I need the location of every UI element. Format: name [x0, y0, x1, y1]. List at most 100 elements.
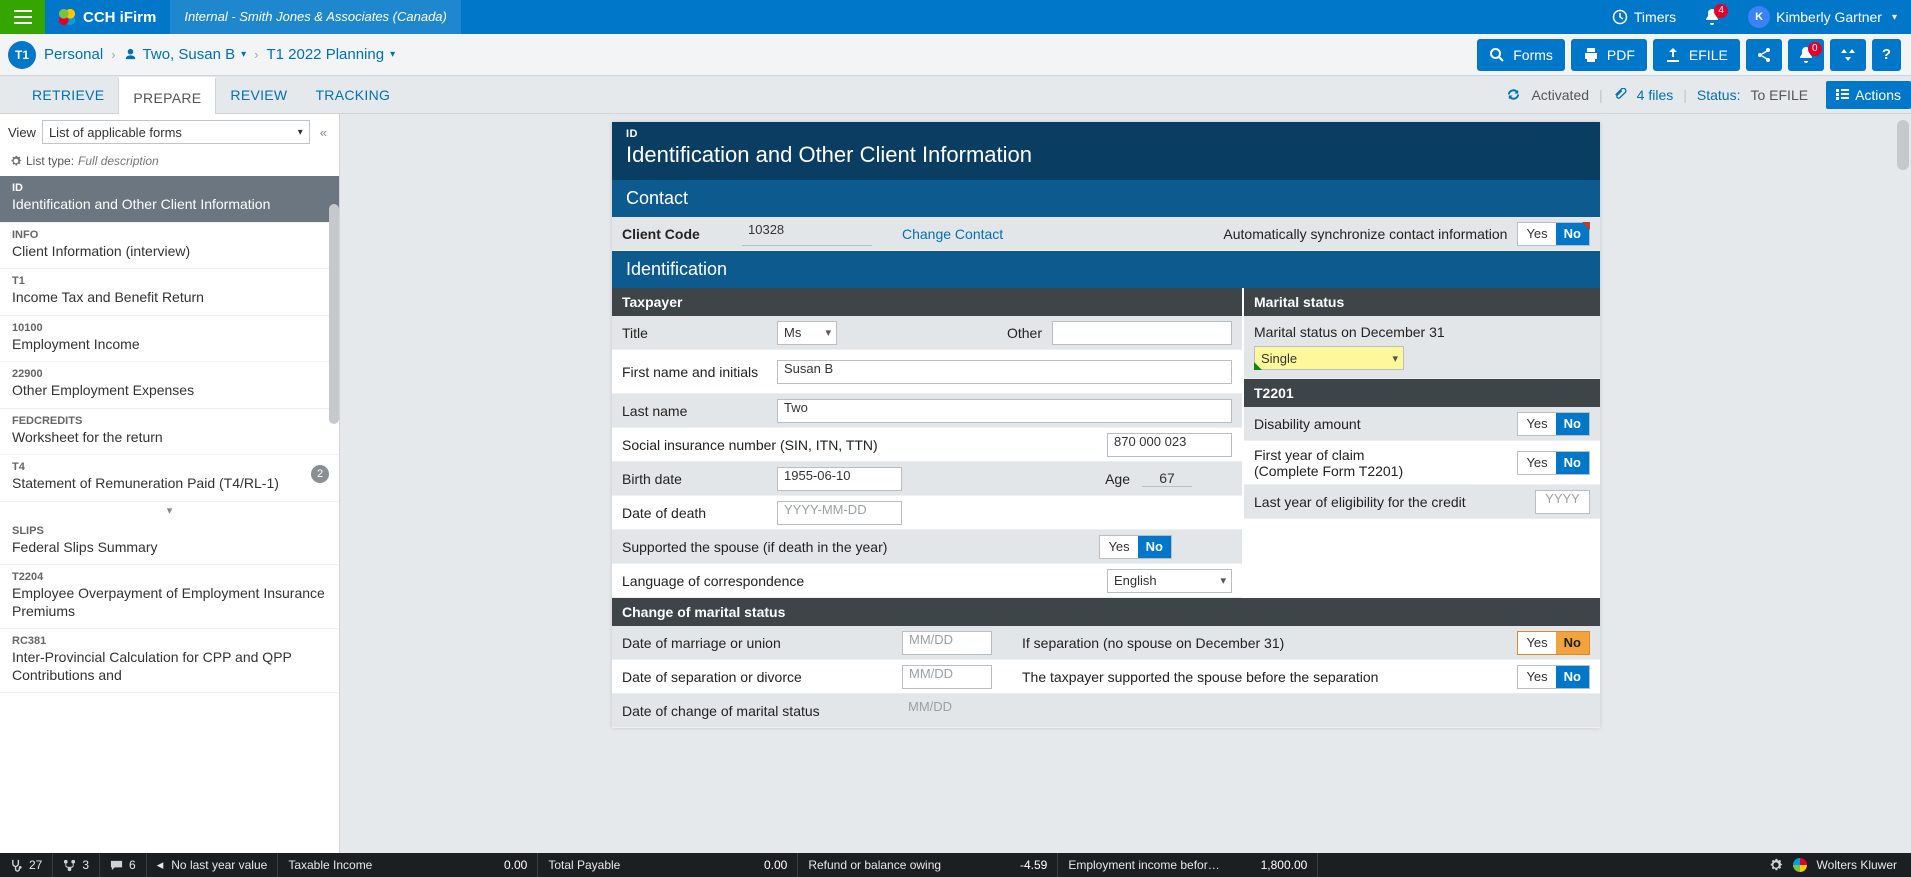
form-list-item[interactable]: T2204 Employee Overpayment of Employment …: [0, 565, 339, 629]
form-code: 22900: [12, 368, 327, 380]
crumb-period[interactable]: T1 2022 Planning ▾: [266, 46, 395, 63]
bottom-bar: 27 3 6 ◂ No last year value Taxable Inco…: [0, 853, 1911, 877]
notifications-button[interactable]: 4: [1690, 0, 1734, 34]
marital-status-select[interactable]: Single: [1254, 346, 1404, 370]
form-title: Employee Overpayment of Employment Insur…: [12, 585, 327, 620]
form-title: Employment Income: [12, 336, 327, 354]
form-list-item[interactable]: T1Income Tax and Benefit Return: [0, 269, 339, 316]
change-date-input[interactable]: MM/DD: [902, 699, 992, 723]
upload-icon: [1665, 47, 1681, 63]
form-list-item[interactable]: SLIPSFederal Slips Summary: [0, 519, 339, 566]
firstyear-toggle[interactable]: YesNo: [1517, 451, 1590, 475]
status-value: 0.00: [504, 858, 527, 872]
branch-icon: [63, 859, 76, 872]
status-value: 1,800.00: [1261, 858, 1308, 872]
title-other-input[interactable]: [1052, 321, 1232, 345]
forms-panel: View List of applicable forms ▾ « List t…: [0, 114, 340, 853]
auto-sync-toggle[interactable]: YesNo: [1517, 222, 1590, 246]
tab-tracking[interactable]: TRACKING: [301, 76, 404, 114]
diagnostics-button[interactable]: 27: [0, 853, 53, 877]
main-menu-button[interactable]: [0, 0, 45, 34]
status-segment[interactable]: Refund or balance owing-4.59: [798, 853, 1058, 877]
form-list-item[interactable]: INFOClient Information (interview): [0, 223, 339, 270]
subhead-t2201: T2201: [1244, 379, 1600, 407]
status-segment[interactable]: Total Payable 0.00: [538, 853, 798, 877]
efile-button[interactable]: EFILE: [1653, 39, 1740, 71]
tab-prepare[interactable]: PREPARE: [118, 77, 216, 115]
form-code: T2204: [12, 571, 327, 583]
change-contact-link[interactable]: Change Contact: [902, 226, 1003, 242]
gear-icon[interactable]: [1769, 858, 1783, 872]
view-select[interactable]: List of applicable forms ▾: [42, 120, 310, 144]
paperclip-icon: [1613, 88, 1627, 102]
timers-label: Timers: [1634, 9, 1676, 25]
marriage-input[interactable]: MM/DD: [902, 631, 992, 655]
help-button[interactable]: ?: [1872, 39, 1901, 71]
tab-review[interactable]: REVIEW: [216, 76, 301, 114]
files-link[interactable]: 4 files: [1637, 87, 1674, 103]
expand-icon[interactable]: ▾: [0, 502, 339, 519]
supported-before-toggle[interactable]: YesNo: [1517, 665, 1590, 689]
firstyear-label-2: (Complete Form T2201): [1254, 463, 1517, 479]
return-type-badge: T1: [8, 41, 36, 69]
sin-input[interactable]: 870 000 023: [1107, 433, 1232, 457]
form-list-item[interactable]: RC381Inter-Provincial Calculation for CP…: [0, 629, 339, 693]
age-value: 67: [1142, 470, 1192, 487]
actions-menu-button[interactable]: Actions: [1826, 81, 1911, 109]
death-input[interactable]: YYYY-MM-DD: [777, 501, 902, 525]
user-menu[interactable]: K Kimberly Gartner ▾: [1734, 0, 1911, 34]
form-list-item[interactable]: 10100Employment Income: [0, 316, 339, 363]
death-label: Date of death: [622, 505, 777, 521]
form-list-item[interactable]: IDIdentification and Other Client Inform…: [0, 176, 339, 223]
crumb-personal[interactable]: Personal: [44, 46, 103, 63]
form-list-item[interactable]: 22900Other Employment Expenses: [0, 362, 339, 409]
status-value: 0.00: [764, 858, 787, 872]
form-code: T1: [12, 275, 327, 287]
birth-input[interactable]: 1955-06-10: [777, 467, 902, 491]
crumb-client[interactable]: Two, Susan B ▾: [124, 46, 247, 63]
sync-icon: [1506, 87, 1521, 102]
if-separation-toggle[interactable]: YesNo: [1517, 631, 1590, 655]
chevron-right-icon: ›: [111, 47, 115, 62]
branch-button[interactable]: 3: [53, 853, 100, 877]
tab-retrieve[interactable]: RETRIEVE: [18, 76, 118, 114]
firm-chip[interactable]: Internal - Smith Jones & Associates (Can…: [170, 0, 461, 34]
timers-button[interactable]: Timers: [1598, 0, 1690, 34]
firstyear-label-1: First year of claim: [1254, 447, 1517, 463]
title-select[interactable]: Ms: [777, 321, 837, 345]
lastyear-input[interactable]: YYYY: [1535, 490, 1590, 514]
brand: CCH iFirm: [45, 9, 170, 26]
marriage-label: Date of marriage or union: [622, 635, 902, 651]
list-type-row[interactable]: List type: Full description: [0, 150, 339, 176]
form-list-item[interactable]: FEDCREDITSWorksheet for the return: [0, 409, 339, 456]
form-code: RC381: [12, 635, 327, 647]
comments-button[interactable]: 6: [100, 853, 147, 877]
form-list-item[interactable]: T4Statement of Remuneration Paid (T4/RL-…: [0, 455, 339, 502]
form-code: T4: [12, 461, 327, 473]
status-label: Total Payable: [548, 858, 620, 872]
form-canvas-outer[interactable]: ID Identification and Other Client Infor…: [340, 114, 1911, 853]
firstname-input[interactable]: Susan B: [777, 360, 1232, 384]
forms-button[interactable]: Forms: [1477, 39, 1565, 71]
recycle-button[interactable]: [1830, 39, 1866, 71]
form-title: Worksheet for the return: [12, 429, 327, 447]
title-other-label: Other: [1007, 325, 1042, 341]
status-segment[interactable]: Employment income befor…1,800.00: [1058, 853, 1318, 877]
client-code-field[interactable]: 10328: [742, 222, 872, 246]
disability-label: Disability amount: [1254, 416, 1517, 432]
collapse-panel-button[interactable]: «: [316, 125, 331, 140]
separation-input[interactable]: MM/DD: [902, 665, 992, 689]
status-value: -4.59: [1020, 858, 1047, 872]
alerts-button[interactable]: 0: [1788, 39, 1824, 71]
pdf-button[interactable]: PDF: [1571, 39, 1647, 71]
supported-toggle[interactable]: YesNo: [1099, 535, 1172, 559]
status-label: Taxable Income: [288, 858, 372, 872]
status-segment[interactable]: Taxable Income 0.00: [278, 853, 538, 877]
disability-toggle[interactable]: YesNo: [1517, 412, 1590, 436]
share-button[interactable]: [1746, 39, 1782, 71]
lastname-input[interactable]: Two: [777, 399, 1232, 423]
wolters-kluwer-logo-icon: [1793, 858, 1807, 872]
form-title: Identification and Other Client Informat…: [12, 196, 327, 214]
tabs-row: RETRIEVE PREPARE REVIEW TRACKING Activat…: [0, 76, 1911, 114]
language-select[interactable]: English: [1107, 569, 1232, 593]
